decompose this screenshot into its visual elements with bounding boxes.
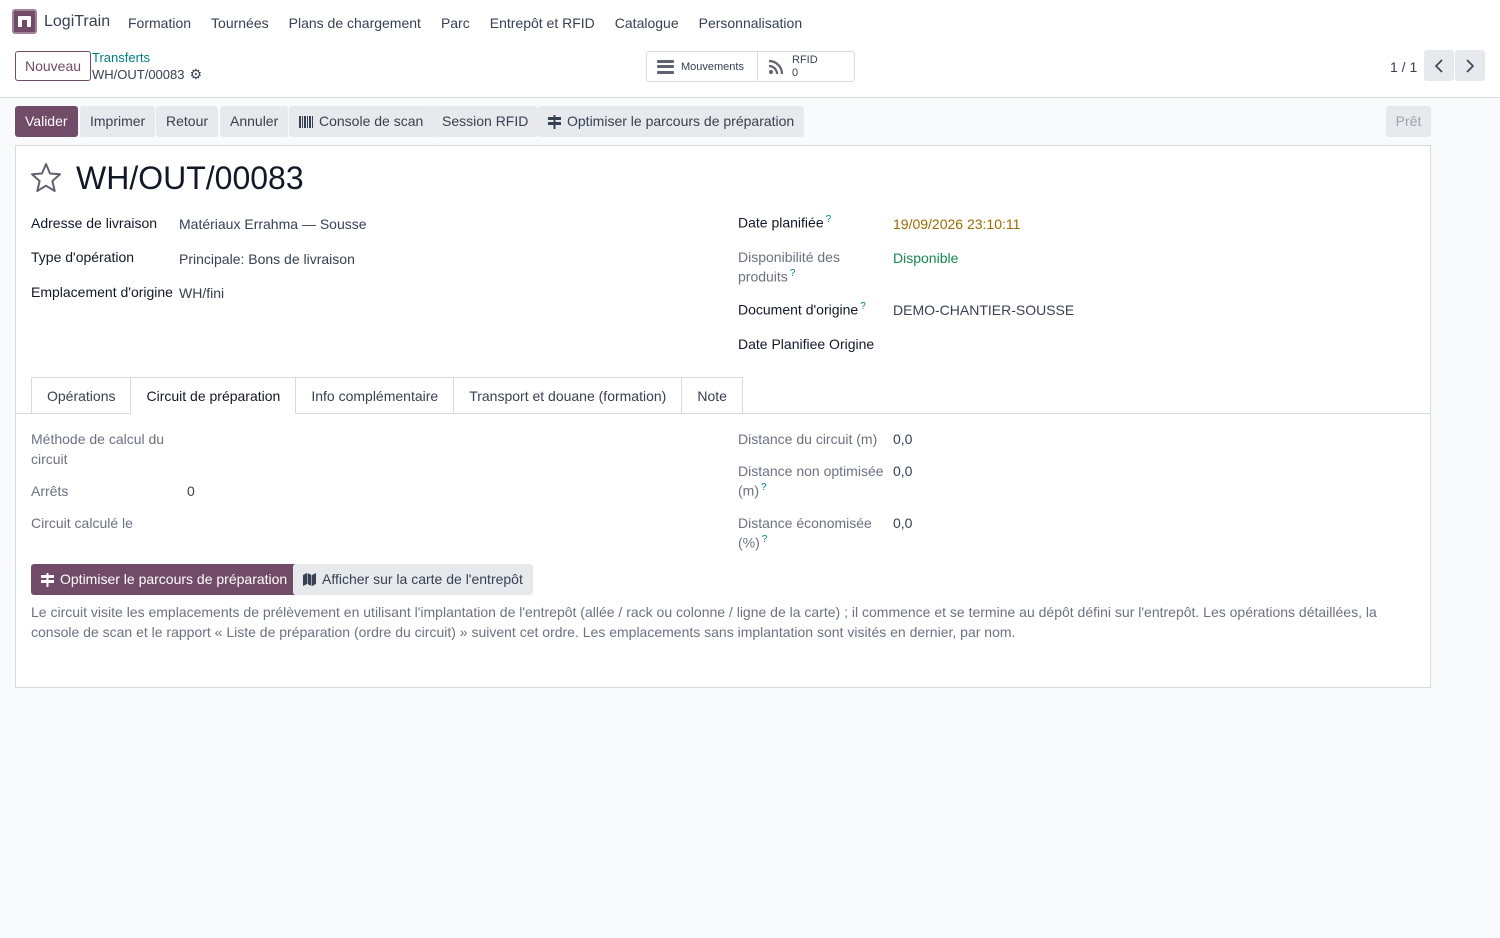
stops-value: 0: [187, 483, 195, 499]
smart-buttons: Mouvements RFID 0: [646, 51, 855, 82]
delivery-address-label: Adresse de livraison: [31, 215, 158, 231]
signpost-icon: [41, 572, 54, 587]
circuit-distance-value: 0,0: [893, 431, 913, 447]
unoptimized-distance-help-icon[interactable]: ?: [761, 482, 767, 493]
status-ready-badge: Prêt: [1386, 106, 1431, 137]
unoptimized-distance-value: 0,0: [893, 463, 913, 479]
chevron-right-icon: [1466, 58, 1475, 73]
cancel-button[interactable]: Annuler: [220, 106, 289, 137]
rfid-count: 0: [792, 66, 799, 79]
unoptimized-distance-label-line2: (m)?: [738, 482, 767, 499]
gear-icon[interactable]: [189, 66, 202, 83]
circuit-help-text: Le circuit visite les emplacements de pr…: [31, 604, 1377, 640]
original-scheduled-date-label: Date Planifiee Origine: [738, 336, 875, 352]
menu-item-plans-chargement[interactable]: Plans de chargement: [289, 15, 421, 31]
optimize-route-header-button[interactable]: Optimiser le parcours de préparation: [538, 106, 805, 137]
control-panel: Nouveau Transferts WH/OUT/00083 Mouvemen…: [0, 44, 1500, 98]
optimize-route-header-label: Optimiser le parcours de préparation: [567, 113, 795, 129]
tab-note[interactable]: Note: [682, 377, 743, 414]
menu-item-parc[interactable]: Parc: [441, 15, 470, 31]
availability-label-line2: produits?: [738, 268, 796, 285]
rss-icon: [768, 59, 784, 75]
source-document-value[interactable]: DEMO-CHANTIER-SOUSSE: [893, 302, 1074, 318]
show-warehouse-map-label: Afficher sur la carte de l'entrepôt: [322, 571, 523, 587]
form-sheet: WH/OUT/00083 Adresse de livraison Matéri…: [15, 145, 1431, 688]
source-location-label: Emplacement d'origine: [31, 284, 173, 300]
new-button[interactable]: Nouveau: [15, 51, 92, 81]
menu-item-personnalisation[interactable]: Personnalisation: [699, 15, 803, 31]
tab-transport-douane[interactable]: Transport et douane (formation): [454, 377, 683, 414]
rfid-session-button[interactable]: Session RFID: [432, 106, 539, 137]
saved-distance-label-line2: (%)?: [738, 534, 768, 551]
pager-next-button[interactable]: [1455, 50, 1485, 81]
delivery-address-value[interactable]: Matériaux Errahma — Sousse: [179, 216, 367, 232]
tab-operations[interactable]: Opérations: [31, 377, 132, 414]
scheduled-date-value[interactable]: 19/09/2026 23:10:11: [893, 216, 1020, 232]
pager-value[interactable]: 1 / 1: [1390, 59, 1417, 75]
scheduled-date-help-icon[interactable]: ?: [826, 214, 832, 225]
calc-method-label-line2: circuit: [31, 451, 68, 467]
map-icon: [303, 573, 316, 586]
return-button[interactable]: Retour: [156, 106, 219, 137]
computed-on-label: Circuit calculé le: [31, 515, 133, 531]
stops-label: Arrêts: [31, 483, 69, 499]
menu-item-formation[interactable]: Formation: [128, 15, 191, 31]
saved-distance-help-icon[interactable]: ?: [762, 534, 768, 545]
operation-type-value[interactable]: Principale: Bons de livraison: [179, 251, 355, 267]
app-name[interactable]: LogiTrain: [44, 13, 110, 31]
source-location-value[interactable]: WH/fini: [179, 285, 224, 301]
saved-distance-label-line1: Distance économisée: [738, 515, 872, 531]
menu-item-tournees[interactable]: Tournées: [211, 15, 269, 31]
print-button[interactable]: Imprimer: [80, 106, 156, 137]
tab-info-complementaire[interactable]: Info complémentaire: [296, 377, 455, 414]
source-document-help-icon[interactable]: ?: [860, 301, 866, 312]
rfid-label: RFID: [792, 53, 818, 66]
tab-circuit-preparation[interactable]: Circuit de préparation: [131, 377, 297, 414]
scan-console-label: Console de scan: [319, 113, 424, 129]
star-icon[interactable]: [30, 162, 62, 193]
menu-item-catalogue[interactable]: Catalogue: [615, 15, 679, 31]
breadcrumb: Transferts WH/OUT/00083: [92, 50, 202, 83]
availability-label-line1: Disponibilité des: [738, 249, 840, 265]
optimize-route-button[interactable]: Optimiser le parcours de préparation: [31, 564, 298, 595]
breadcrumb-current: WH/OUT/00083: [92, 66, 202, 83]
availability-help-icon[interactable]: ?: [790, 268, 796, 279]
scan-console-button[interactable]: Console de scan: [289, 106, 434, 137]
availability-value: Disponible: [893, 250, 959, 266]
breadcrumb-current-label: WH/OUT/00083: [92, 67, 185, 82]
menu-item-entrepot-rfid[interactable]: Entrepôt et RFID: [490, 15, 595, 31]
notebook-tabs: Opérations Circuit de préparation Info c…: [31, 377, 743, 414]
breadcrumb-parent-link[interactable]: Transferts: [92, 50, 202, 65]
optimize-route-label: Optimiser le parcours de préparation: [60, 571, 288, 587]
show-warehouse-map-button[interactable]: Afficher sur la carte de l'entrepôt: [293, 564, 533, 595]
source-document-label: Document d'origine?: [738, 301, 866, 318]
record-title: WH/OUT/00083: [76, 160, 304, 196]
circuit-distance-label: Distance du circuit (m): [738, 431, 878, 447]
chevron-left-icon: [1434, 58, 1443, 73]
main-menu: Formation Tournées Plans de chargement P…: [128, 15, 822, 31]
operation-type-label: Type d'opération: [31, 249, 135, 265]
mouvements-smart-button[interactable]: Mouvements: [647, 52, 757, 81]
barcode-icon: [299, 115, 313, 128]
calc-method-label-line1: Méthode de calcul du: [31, 431, 165, 447]
validate-button[interactable]: Valider: [15, 106, 78, 137]
top-navbar: LogiTrain Formation Tournées Plans de ch…: [0, 0, 1500, 44]
unoptimized-distance-label-line1: Distance non optimisée: [738, 463, 884, 479]
signpost-icon: [548, 114, 561, 129]
scheduled-date-label: Date planifiée?: [738, 214, 832, 231]
list-icon: [657, 59, 674, 74]
rfid-smart-button[interactable]: RFID 0: [757, 52, 854, 81]
mouvements-label: Mouvements: [681, 60, 744, 73]
pager-previous-button[interactable]: [1424, 50, 1454, 81]
app-logo-icon[interactable]: [12, 9, 37, 34]
saved-distance-value: 0,0: [893, 515, 913, 531]
